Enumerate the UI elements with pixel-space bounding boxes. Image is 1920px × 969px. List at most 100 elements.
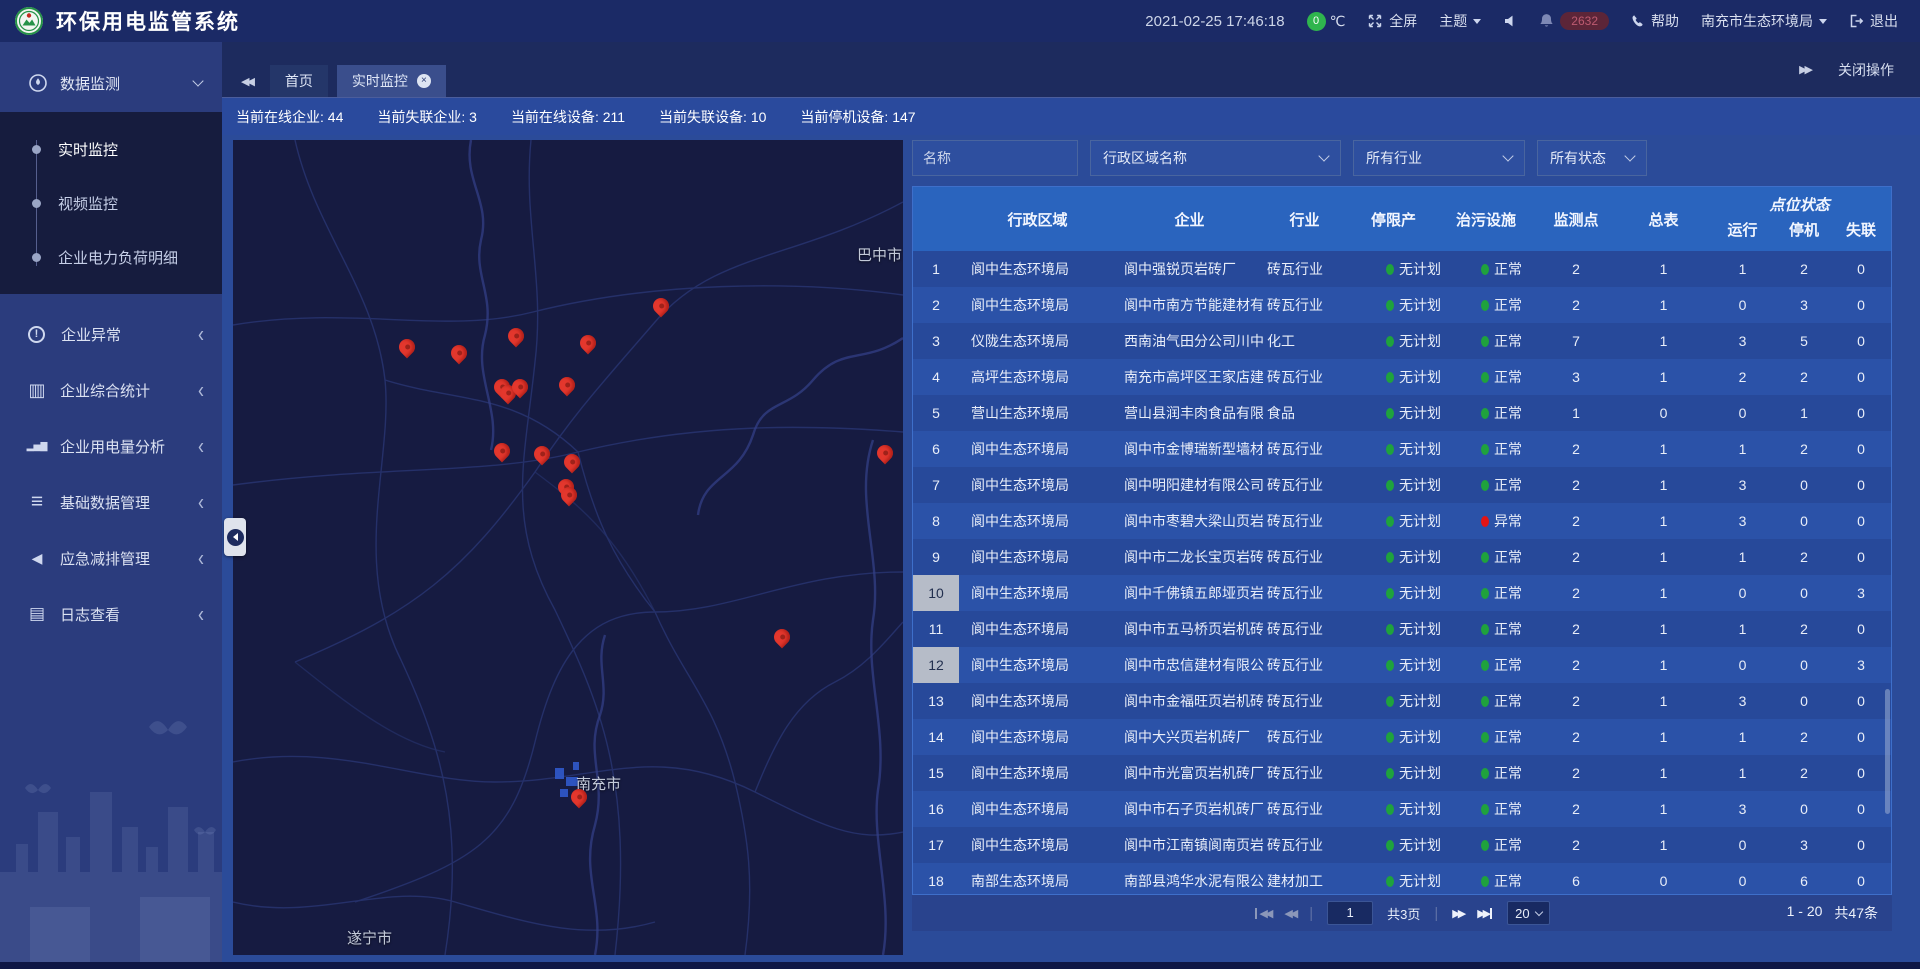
map-panel[interactable]: 巴中市 南充市 遂宁市 [233,140,903,955]
sidebar-item[interactable]: 日志查看 ‹ [0,586,222,642]
double-left-arrow-icon: ◀◀ [241,75,252,88]
cell-monitor-points: 2 [1531,791,1621,827]
cell-stop-status: 无计划 [1346,683,1441,719]
table-header: 行政区域 企业 行业 停限产 治污设施 监测点 总表 点位状态 运行 [913,187,1891,251]
sidebar-item[interactable]: 应急减排管理 ‹ [0,530,222,586]
last-page-button[interactable]: ▶▶ [1477,907,1493,920]
notifications-button[interactable]: 2632 [1539,12,1609,30]
cell-industry: 建材加工 [1263,863,1346,894]
logout-button[interactable]: 退出 [1849,11,1898,31]
cell-region: 阆中生态环境局 [959,575,1116,611]
status-dot-icon [1386,588,1394,599]
table-row[interactable]: 6 阆中生态环境局 阆中市金博瑞新型墙材 砖瓦行业 无计划 正常 2 1 1 [913,431,1891,467]
sidebar-subitem[interactable]: 视频监控 [0,176,222,230]
cell-company: 阆中市石子页岩机砖厂 [1116,791,1263,827]
cell-lost: 0 [1829,323,1891,359]
page-size-select[interactable]: 20 [1507,901,1549,925]
table-body: 1 阆中生态环境局 阆中强锐页岩砖厂 砖瓦行业 无计划 正常 2 1 1 2 [913,251,1891,894]
tab-home[interactable]: 首页 [270,65,328,97]
theme-dropdown[interactable]: 主题 [1439,11,1481,31]
row-number: 10 [913,575,959,611]
tab-realtime-monitor[interactable]: 实时监控 × [337,65,446,97]
next-page-button[interactable]: ▶▶ [1452,907,1463,920]
cell-running: 1 [1706,611,1779,647]
cell-region: 阆中生态环境局 [959,719,1116,755]
table-row[interactable]: 5 营山生态环境局 营山县润丰肉食品有限 食品 无计划 正常 1 0 0 1 [913,395,1891,431]
table-scrollbar[interactable] [1885,689,1890,814]
sidebar-subitem[interactable]: 实时监控 [0,122,222,176]
total-count-label: 共47条 [1834,903,1878,923]
industry-filter-select[interactable]: 所有行业 [1353,140,1525,176]
table-row[interactable]: 7 阆中生态环境局 阆中明阳建材有限公司 砖瓦行业 无计划 正常 2 1 3 [913,467,1891,503]
status-dot-icon [1386,732,1394,743]
cell-halted: 5 [1779,323,1829,359]
org-dropdown[interactable]: 南充市生态环境局 [1701,11,1827,31]
tab-close-icon[interactable]: × [417,74,431,88]
cell-company: 南部县鸿华水泥有限公 [1116,863,1263,894]
first-page-button[interactable]: ◀◀ [1254,907,1270,920]
table-row[interactable]: 2 阆中生态环境局 阆中市南方节能建材有 砖瓦行业 无计划 正常 2 1 0 [913,287,1891,323]
row-number: 4 [913,359,959,395]
cell-company: 阆中市金博瑞新型墙材 [1116,431,1263,467]
status-filter-select[interactable]: 所有状态 [1537,140,1647,176]
table-row[interactable]: 8 阆中生态环境局 阆中市枣碧大梁山页岩 砖瓦行业 无计划 异常 2 1 3 [913,503,1891,539]
table-row[interactable]: 18 南部生态环境局 南部县鸿华水泥有限公 建材加工 无计划 正常 6 0 0 [913,863,1891,894]
tabs-scroll-right-button[interactable]: ▶▶ [1799,63,1810,76]
cell-treatment-status: 正常 [1441,863,1531,894]
table-row[interactable]: 4 高坪生态环境局 南充市高坪区王家店建 砖瓦行业 无计划 正常 3 1 2 [913,359,1891,395]
sidebar-item[interactable]: 企业综合统计 ‹ [0,362,222,418]
cell-halted: 6 [1779,863,1829,894]
cell-lost: 0 [1829,791,1891,827]
fullscreen-icon [1367,13,1383,29]
cell-halted: 0 [1779,467,1829,503]
tabs-scroll-left-button[interactable]: ◀◀ [232,65,261,97]
prev-page-button[interactable]: ◀◀ [1284,907,1295,920]
page-input[interactable]: 1 [1327,901,1373,925]
status-dot-icon [1481,372,1489,383]
table-row[interactable]: 10 阆中生态环境局 阆中千佛镇五郎垭页岩 砖瓦行业 无计划 正常 2 1 0 [913,575,1891,611]
sidebar-item-data-monitoring[interactable]: 数据监测 [0,54,222,112]
status-dot-icon [1481,552,1489,563]
table-row[interactable]: 14 阆中生态环境局 阆中大兴页岩机砖厂 砖瓦行业 无计划 正常 2 1 1 [913,719,1891,755]
cell-stop-status: 无计划 [1346,863,1441,894]
cell-industry: 砖瓦行业 [1263,431,1346,467]
help-button[interactable]: 帮助 [1631,11,1679,31]
table-row[interactable]: 17 阆中生态环境局 阆中市江南镇阆南页岩 砖瓦行业 无计划 正常 2 1 0 [913,827,1891,863]
sidebar-item[interactable]: 基础数据管理 ‹ [0,474,222,530]
notification-count-badge: 2632 [1560,12,1609,30]
bell-icon [1539,13,1554,29]
name-filter-input[interactable] [912,140,1078,176]
status-dot-icon [1386,768,1394,779]
map-collapse-button[interactable] [224,518,246,556]
table-row[interactable]: 3 仪陇生态环境局 西南油气田分公司川中 化工 无计划 正常 7 1 3 5 [913,323,1891,359]
sidebar-subitem[interactable]: 企业电力负荷明细 [0,230,222,284]
column-running: 运行 [1706,218,1779,244]
table-row[interactable]: 1 阆中生态环境局 阆中强锐页岩砖厂 砖瓦行业 无计划 正常 2 1 1 2 [913,251,1891,287]
table-row[interactable]: 12 阆中生态环境局 阆中市忠信建材有限公 砖瓦行业 无计划 正常 2 1 0 [913,647,1891,683]
mute-button[interactable] [1503,14,1517,28]
cell-halted: 0 [1779,647,1829,683]
cell-monitor-points: 2 [1531,503,1621,539]
fullscreen-button[interactable]: 全屏 [1367,11,1417,31]
table-row[interactable]: 15 阆中生态环境局 阆中市光富页岩机砖厂 砖瓦行业 无计划 正常 2 1 1 [913,755,1891,791]
cell-halted: 0 [1779,575,1829,611]
cell-lost: 0 [1829,359,1891,395]
cell-monitor-points: 2 [1531,539,1621,575]
close-operations-button[interactable]: 关闭操作 [1838,60,1894,80]
cell-stop-status: 无计划 [1346,359,1441,395]
status-dot-icon [1386,624,1394,635]
cell-industry: 化工 [1263,323,1346,359]
cell-treatment-status: 正常 [1441,719,1531,755]
cell-industry: 砖瓦行业 [1263,755,1346,791]
table-row[interactable]: 11 阆中生态环境局 阆中市五马桥页岩机砖 砖瓦行业 无计划 正常 2 1 1 [913,611,1891,647]
cell-monitor-points: 1 [1531,395,1621,431]
timeline-dot-icon [32,253,41,262]
table-row[interactable]: 13 阆中生态环境局 阆中市金福旺页岩机砖 砖瓦行业 无计划 正常 2 1 3 [913,683,1891,719]
table-row[interactable]: 16 阆中生态环境局 阆中市石子页岩机砖厂 砖瓦行业 无计划 正常 2 1 3 [913,791,1891,827]
table-row[interactable]: 9 阆中生态环境局 阆中市二龙长宝页岩砖 砖瓦行业 无计划 正常 2 1 1 [913,539,1891,575]
skyline-watermark [0,682,222,962]
sidebar-item[interactable]: 企业用电量分析 ‹ [0,418,222,474]
region-filter-select[interactable]: 行政区域名称 [1090,140,1341,176]
cell-lost: 0 [1829,683,1891,719]
sidebar-item[interactable]: 企业异常 ‹ [0,306,222,362]
